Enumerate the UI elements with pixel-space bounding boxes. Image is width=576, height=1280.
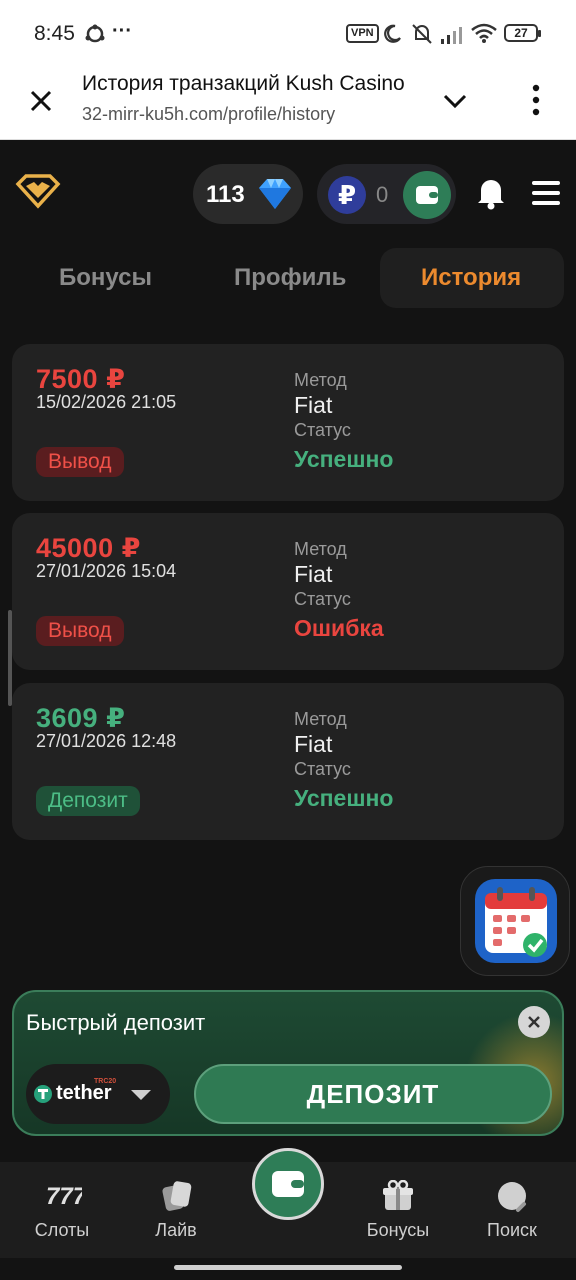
close-icon[interactable] [518, 1006, 550, 1038]
deposit-button[interactable]: ДЕПОЗИТ [194, 1064, 552, 1124]
gift-icon [382, 1179, 414, 1217]
token-select[interactable]: tether TRC20 [26, 1064, 170, 1124]
nav-item-slots[interactable]: 777 Слоты [12, 1162, 112, 1258]
transaction-date: 27/01/2026 12:48 [36, 731, 177, 751]
transaction-type-badge: Депозит [36, 786, 140, 816]
gems-counter[interactable]: 113 [193, 164, 303, 224]
bell-icon[interactable] [476, 176, 506, 215]
brand-logo-icon[interactable] [14, 174, 62, 215]
transaction-amount: 3609 ₽ [36, 703, 126, 733]
transaction-card: 7500 ₽ 15/02/2026 21:05 Вывод Метод Fiat… [12, 344, 564, 501]
wallet-icon [272, 1171, 304, 1197]
more-notifications-icon: ··· [112, 20, 132, 42]
quick-deposit-title: Быстрый депозит [26, 1010, 206, 1035]
home-indicator[interactable] [174, 1265, 402, 1270]
search-icon [496, 1180, 530, 1219]
menu-icon[interactable] [532, 180, 560, 211]
quick-deposit-panel: Быстрый депозит tether TRC20 ДЕПОЗИТ [12, 990, 564, 1136]
scrollbar[interactable] [8, 610, 12, 706]
svg-text:777: 777 [46, 1183, 82, 1208]
transaction-type-badge: Вывод [36, 616, 124, 646]
page-url[interactable]: 32-mirr-ku5h.com/profile/history [82, 104, 335, 125]
wallet-button[interactable] [403, 171, 451, 219]
page-title: История транзакций Kush Casino [82, 72, 405, 95]
clock: 8:45 [34, 22, 75, 45]
transaction-type-badge: Вывод [36, 447, 124, 477]
transaction-amount: 7500 ₽ [36, 364, 126, 394]
gems-count: 113 [206, 181, 245, 208]
method-value: Fiat [294, 392, 333, 418]
battery-indicator: 27 [504, 24, 541, 42]
method-label: Метод [294, 370, 347, 390]
nav-item-bonuses[interactable]: Бонусы [348, 1162, 448, 1258]
token-network: TRC20 [94, 1078, 117, 1085]
nav-item-wallet[interactable] [252, 1148, 324, 1220]
chevron-down-icon[interactable] [440, 86, 470, 121]
status-value: Ошибка [294, 615, 384, 641]
mute-icon [410, 22, 434, 51]
transaction-card: 45000 ₽ 27/01/2026 15:04 Вывод Метод Fia… [12, 513, 564, 670]
transaction-date: 27/01/2026 15:04 [36, 561, 177, 581]
tab-bonuses[interactable]: Бонусы [59, 264, 152, 292]
sync-icon [84, 24, 106, 49]
transaction-date: 15/02/2026 21:05 [36, 392, 177, 412]
more-vert-icon[interactable] [526, 82, 546, 123]
balance-amount: 0 [376, 182, 389, 207]
diamond-icon [257, 177, 293, 216]
token-name: tether [56, 1082, 112, 1104]
ruble-currency-icon: ₽ [328, 176, 366, 214]
calendar-icon [475, 879, 557, 963]
tab-history[interactable]: История [421, 264, 521, 292]
cards-icon [160, 1180, 194, 1217]
method-value: Fiat [294, 731, 333, 757]
browser-toolbar: История транзакций Kush Casino 32-mirr-k… [0, 66, 576, 140]
method-value: Fiat [294, 561, 333, 587]
nav-item-search[interactable]: Поиск [462, 1162, 562, 1258]
wifi-icon [470, 22, 498, 49]
transaction-amount: 45000 ₽ [36, 533, 141, 563]
signal-icon [440, 26, 464, 49]
tether-icon [34, 1085, 52, 1103]
close-tab-icon[interactable] [24, 84, 58, 118]
transaction-card: 3609 ₽ 27/01/2026 12:48 Депозит Метод Fi… [12, 683, 564, 840]
method-label: Метод [294, 709, 347, 729]
slots-777-icon: 777 [46, 1180, 88, 1213]
status-bar: 8:45 ··· VPN 27 [0, 0, 576, 66]
calendar-bonus-button[interactable] [460, 866, 570, 976]
method-label: Метод [294, 539, 347, 559]
status-label: Статус [294, 589, 351, 609]
tab-profile[interactable]: Профиль [234, 264, 346, 292]
nav-item-live[interactable]: Лайв [126, 1162, 226, 1258]
chevron-down-icon [130, 1088, 152, 1107]
status-label: Статус [294, 759, 351, 779]
moon-icon [382, 24, 402, 49]
status-label: Статус [294, 420, 351, 440]
status-value: Успешно [294, 446, 394, 472]
status-value: Успешно [294, 785, 394, 811]
vpn-badge: VPN [346, 24, 379, 43]
